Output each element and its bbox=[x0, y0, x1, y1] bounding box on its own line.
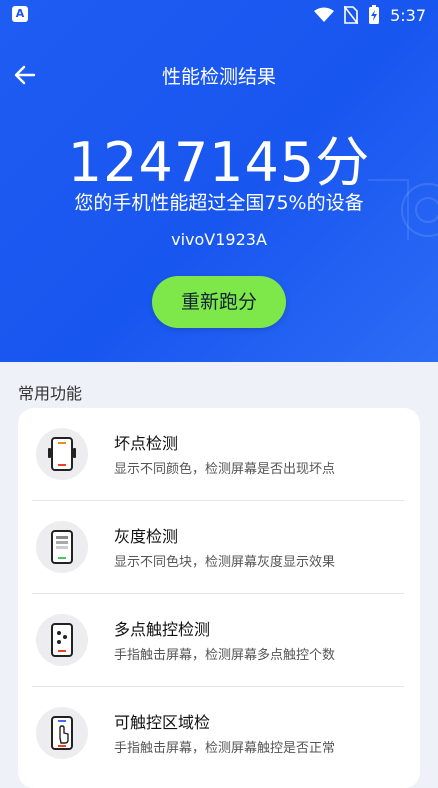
feature-grayscale[interactable]: 灰度检测 显示不同色块，检测屏幕灰度显示效果 bbox=[32, 501, 404, 593]
battery-charging-icon bbox=[369, 5, 380, 24]
feature-title: 多点触控检测 bbox=[114, 620, 211, 639]
feature-dead-pixel[interactable]: 坏点检测 显示不同颜色，检测屏幕是否出现坏点 bbox=[32, 408, 404, 500]
feature-title: 坏点检测 bbox=[114, 434, 179, 453]
feature-description: 显示不同颜色，检测屏幕是否出现坏点 bbox=[114, 462, 336, 477]
device-model: vivoV1923A bbox=[171, 230, 267, 249]
phone-grayscale-icon bbox=[36, 521, 88, 573]
feature-multitouch[interactable]: 多点触控检测 手指触击屏幕，检测屏幕多点触控个数 bbox=[32, 594, 404, 686]
feature-description: 手指触击屏幕，检测屏幕多点触控个数 bbox=[114, 648, 336, 663]
score-description: 您的手机性能超过全国75%的设备 bbox=[74, 192, 364, 214]
feature-description: 手指触击屏幕，检测屏幕触控是否正常 bbox=[114, 741, 336, 756]
feature-title: 可触控区域检 bbox=[114, 713, 211, 732]
benchmark-score: 1247145分 bbox=[67, 131, 371, 194]
app-notification-icon: A bbox=[12, 6, 28, 22]
phone-dead-pixel-icon bbox=[36, 428, 88, 480]
status-time: 5:37 bbox=[390, 5, 426, 25]
no-sim-icon bbox=[344, 6, 359, 24]
feature-touch-area[interactable]: 可触控区域检 手指触击屏幕，检测屏幕触控是否正常 bbox=[32, 687, 404, 779]
features-card: 坏点检测 显示不同颜色，检测屏幕是否出现坏点 灰度检测 显示不同色块，检测屏幕灰… bbox=[18, 408, 420, 788]
result-header-panel: A 5:37 性能检测结果 1247145分 您的手机性能超过全国75%的设备 … bbox=[0, 0, 438, 362]
feature-description: 显示不同色块，检测屏幕灰度显示效果 bbox=[114, 555, 336, 570]
feature-title: 灰度检测 bbox=[114, 527, 179, 546]
wifi-icon bbox=[314, 7, 335, 22]
phone-multitouch-icon bbox=[36, 614, 88, 666]
page-title: 性能检测结果 bbox=[161, 66, 276, 88]
phone-touch-area-icon bbox=[36, 707, 88, 759]
status-bar: A 5:37 bbox=[0, 0, 438, 30]
retest-button[interactable]: 重新跑分 bbox=[152, 276, 286, 328]
top-app-bar: 性能检测结果 bbox=[0, 58, 438, 94]
section-title: 常用功能 bbox=[18, 384, 83, 403]
